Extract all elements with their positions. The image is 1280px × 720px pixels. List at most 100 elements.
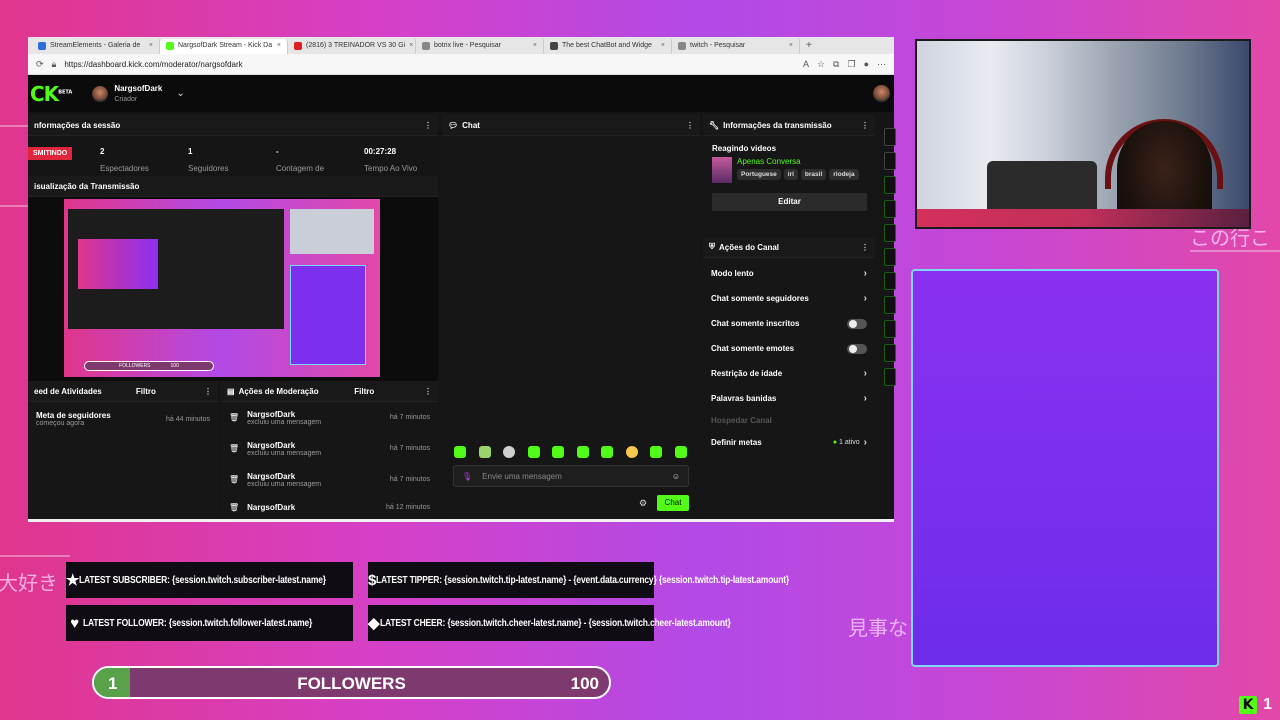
chat-input[interactable]: Envie uma mensagem <box>482 472 562 481</box>
emote-icon[interactable] <box>552 446 564 458</box>
edit-button[interactable]: Editar <box>712 193 867 211</box>
side-icon[interactable] <box>884 176 896 194</box>
tag[interactable]: irl <box>783 169 798 180</box>
close-icon[interactable]: × <box>533 42 537 54</box>
new-tab-button[interactable]: + <box>806 40 812 54</box>
followers-label: Seguidores <box>188 164 229 173</box>
emote-icon[interactable] <box>527 446 540 458</box>
read-aloud-icon[interactable]: A <box>803 59 809 69</box>
list-item[interactable]: 🗑︎ NargsofDark há 12 minutos <box>221 495 438 519</box>
kick-count: 1 <box>1263 696 1272 713</box>
close-icon[interactable]: × <box>149 42 153 54</box>
chat-input-box[interactable]: 🎙︎ Envie uma mensagem ☺ <box>453 465 689 487</box>
tag[interactable]: Portuguese <box>737 169 781 180</box>
tab-label: twitch - Pesquisar <box>690 42 746 49</box>
webcam-feed <box>915 39 1251 229</box>
more-options-icon[interactable]: ⋮ <box>861 243 869 252</box>
close-icon[interactable]: × <box>789 42 793 54</box>
count-label: Contagem de <box>276 164 325 173</box>
emote-icon[interactable] <box>478 446 491 458</box>
list-item[interactable]: Meta de seguidores começou agora há 44 mi… <box>28 411 218 427</box>
live-time-value: 00:27:28 <box>364 147 397 156</box>
side-icon[interactable] <box>884 248 896 266</box>
more-options-icon[interactable]: ⋮ <box>204 387 212 396</box>
close-icon[interactable]: × <box>277 42 281 54</box>
close-icon[interactable]: × <box>661 42 665 54</box>
more-icon[interactable]: ⋯ <box>877 59 886 70</box>
browser-tab[interactable]: StreamElements - Galeria de × <box>32 39 160 54</box>
list-item[interactable]: 🗑︎ NargsofDark excluiu uma mensagem há 7 mi… <box>221 402 438 433</box>
subscribers-only-toggle[interactable] <box>847 318 867 329</box>
more-options-icon[interactable]: ⋮ <box>861 121 869 130</box>
chevron-down-icon[interactable]: ⌄ <box>176 88 184 99</box>
browser-tab[interactable]: (2816) 3 TREINADOR VS 30 Gi × <box>288 39 416 54</box>
action-slow-mode[interactable]: Modo lento › <box>703 261 875 286</box>
list-item[interactable]: 🗑︎ NargsofDark excluiu uma mensagem há 7 mi… <box>221 464 438 495</box>
refresh-icon[interactable]: ⟳ <box>36 59 44 70</box>
user-avatar[interactable] <box>873 85 890 102</box>
browser-tab[interactable]: twitch - Pesquisar × <box>672 39 800 54</box>
channel-name: NargsofDark <box>114 83 163 93</box>
tab-favicon-icon <box>294 42 302 50</box>
side-icon[interactable] <box>884 272 896 290</box>
gear-icon[interactable]: ⚙ <box>639 498 647 509</box>
side-icon[interactable] <box>884 128 896 146</box>
action-banned-words[interactable]: Palavras banidas › <box>703 386 875 411</box>
category-link[interactable]: Apenas Conversa <box>737 157 859 166</box>
emote-icon[interactable] <box>454 446 466 458</box>
clipboard-icon: ▤ <box>227 386 235 396</box>
lock-icon[interactable]: 🔒︎ <box>52 59 57 70</box>
emote-icon[interactable] <box>576 446 589 458</box>
favorite-star-icon[interactable]: ☆ <box>817 59 825 70</box>
tab-favicon-icon <box>166 42 174 50</box>
browser-tab[interactable]: botrix live - Pesquisar × <box>416 39 544 54</box>
more-options-icon[interactable]: ⋮ <box>424 121 432 130</box>
close-icon[interactable]: × <box>409 42 413 54</box>
tab-favicon-icon <box>678 42 686 50</box>
chevron-right-icon: › <box>863 393 867 404</box>
browser-tab[interactable]: The best ChatBot and Widge × <box>544 39 672 54</box>
mod-time: há 12 minutos <box>386 503 430 511</box>
address-bar: ⟳ 🔒︎ https://dashboard.kick.com/moderato… <box>28 54 894 75</box>
profile-icon[interactable]: ● <box>864 59 869 69</box>
side-icon[interactable] <box>884 320 896 338</box>
activity-filter-button[interactable]: Filtro <box>136 387 156 396</box>
side-icon[interactable] <box>884 224 896 242</box>
chat-bubble-icon: 💬︎ <box>448 120 459 130</box>
emote-icon[interactable] <box>650 446 662 458</box>
extensions-icon[interactable]: ⧉ <box>833 59 839 70</box>
avatar[interactable] <box>92 85 109 102</box>
emote-icon[interactable] <box>674 446 687 458</box>
emote-icon[interactable] <box>601 446 613 458</box>
more-options-icon[interactable]: ⋮ <box>686 121 694 130</box>
kick-logo[interactable]: CKBETA <box>30 82 72 106</box>
tab-favicon-icon <box>550 42 558 50</box>
side-icon[interactable] <box>884 152 896 170</box>
action-set-goals[interactable]: Definir metas ● 1 ativo › <box>703 430 875 455</box>
side-icon[interactable] <box>884 200 896 218</box>
followers-goal-bar: 1 FOLLOWERS 100 <box>92 666 611 699</box>
action-age-restriction[interactable]: Restrição de idade › <box>703 361 875 386</box>
browser-tab-active[interactable]: NargsofDark Stream - Kick Da × <box>160 39 288 54</box>
action-followers-only[interactable]: Chat somente seguidores › <box>703 286 875 311</box>
emote-icon[interactable] <box>503 446 515 458</box>
emotes-only-toggle[interactable] <box>847 343 867 354</box>
stream-preview[interactable]: FOLLOWERS 100 <box>64 199 380 377</box>
tag[interactable]: riodeja <box>829 169 859 180</box>
channel-info[interactable]: NargsofDark Criador <box>114 83 163 103</box>
side-icon[interactable] <box>884 368 896 386</box>
side-icon[interactable] <box>884 344 896 362</box>
collections-icon[interactable]: ❐ <box>847 59 855 70</box>
preview-followers-goal: 100 <box>170 363 179 369</box>
chat-send-button[interactable]: Chat <box>657 495 689 511</box>
side-icon[interactable] <box>884 296 896 314</box>
action-emotes-only: Chat somente emotes <box>703 336 875 361</box>
tag[interactable]: brasil <box>800 169 827 180</box>
emote-icon[interactable] <box>625 446 638 458</box>
microphone-icon[interactable]: 🎙︎ <box>462 472 472 481</box>
url-field[interactable]: https://dashboard.kick.com/moderator/nar… <box>64 60 795 69</box>
list-item[interactable]: 🗑︎ NargsofDark excluiu uma mensagem há 7 mi… <box>221 433 438 464</box>
more-options-icon[interactable]: ⋮ <box>424 387 432 396</box>
moderation-filter-button[interactable]: Filtro <box>354 387 374 396</box>
emoji-icon[interactable]: ☺ <box>672 472 680 481</box>
